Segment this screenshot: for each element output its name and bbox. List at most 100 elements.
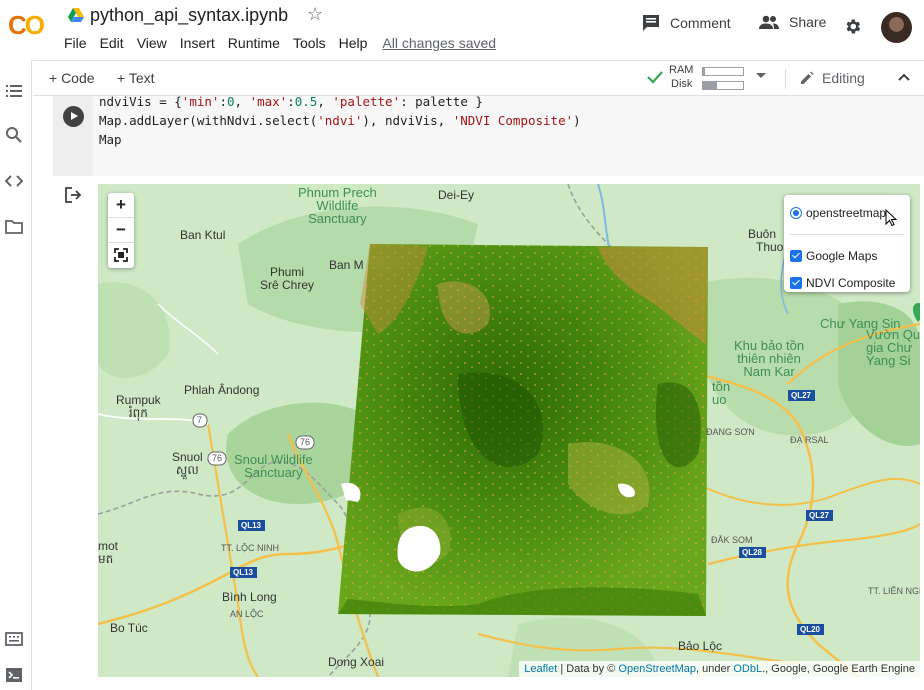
map-label: QL13 bbox=[233, 568, 254, 577]
resources-dropdown-caret[interactable] bbox=[756, 73, 766, 78]
map-label: tồn uo bbox=[712, 379, 731, 407]
gear-icon[interactable] bbox=[843, 17, 862, 36]
map-label: TT. LIÊN NGH bbox=[868, 586, 920, 596]
menu-edit[interactable]: Edit bbox=[100, 35, 124, 51]
map-label: AN LỘC bbox=[230, 609, 264, 619]
add-code-button[interactable]: + Code bbox=[49, 70, 95, 86]
map-label: ĐẠ RSAL bbox=[790, 435, 829, 445]
layer-control: openstreetmap Google Maps NDVI Composite bbox=[784, 195, 910, 292]
menu-tools[interactable]: Tools bbox=[293, 35, 326, 51]
comment-icon bbox=[643, 15, 659, 31]
ndvi-overlay bbox=[338, 244, 708, 616]
attribution-text: , under bbox=[696, 663, 734, 675]
code-line: Map.addLayer(withNdvi.select('ndvi'), nd… bbox=[99, 113, 581, 128]
map-label: Ban Ktul bbox=[180, 228, 226, 242]
code-line: Map bbox=[99, 132, 122, 147]
map-label: Snoul Wildlife Sanctuary bbox=[234, 452, 313, 480]
disk-usage-bar[interactable] bbox=[702, 81, 744, 90]
comment-button[interactable]: Comment bbox=[642, 14, 731, 32]
avatar[interactable] bbox=[881, 12, 912, 43]
code-cell[interactable]: ndviVis = {'min':0, 'max':0.5, 'palette'… bbox=[53, 94, 924, 176]
map-label: Snuol ស្នួល bbox=[172, 450, 203, 477]
people-icon bbox=[759, 15, 779, 29]
checkbox[interactable] bbox=[790, 250, 802, 262]
map-label: TT. LỘC NINH bbox=[221, 543, 280, 553]
map-label: Bo Túc bbox=[110, 621, 148, 635]
add-text-button[interactable]: + Text bbox=[117, 70, 155, 86]
star-icon[interactable]: ☆ bbox=[307, 4, 323, 25]
share-label: Share bbox=[789, 14, 827, 30]
map-label: Khu bảo tồn thiên nhiên Nam Kar bbox=[734, 338, 805, 379]
map-label: Dong Xoai bbox=[328, 655, 385, 669]
menu-insert[interactable]: Insert bbox=[180, 35, 215, 51]
map-label: QL27 bbox=[791, 391, 812, 400]
editing-label: Editing bbox=[822, 70, 865, 86]
disk-label: Disk bbox=[671, 78, 693, 90]
map-label: QL28 bbox=[742, 548, 763, 557]
base-layer-option[interactable]: openstreetmap bbox=[790, 206, 886, 220]
map-label: Vườn Qu gia Chư Yang Si bbox=[866, 327, 920, 368]
odbl-link[interactable]: ODbL bbox=[733, 663, 762, 675]
checkbox[interactable] bbox=[790, 277, 802, 289]
overlay-option-ndvi[interactable]: NDVI Composite bbox=[790, 276, 895, 290]
overlay-label: Google Maps bbox=[806, 249, 878, 263]
save-status[interactable]: All changes saved bbox=[382, 35, 496, 51]
fullscreen-button[interactable] bbox=[108, 243, 134, 268]
map-label: QL20 bbox=[800, 625, 821, 634]
cell-gutter bbox=[53, 96, 93, 176]
map-label: ĐẮK SOM bbox=[711, 535, 753, 545]
command-palette-icon[interactable] bbox=[5, 630, 23, 648]
drive-icon bbox=[68, 8, 84, 22]
editing-mode-button[interactable]: Editing bbox=[799, 70, 865, 86]
map-label: 76 bbox=[300, 437, 311, 447]
radio-button[interactable] bbox=[790, 207, 802, 219]
map-label: Rumpuk រំពុក bbox=[116, 393, 161, 420]
map-label: mot មត bbox=[98, 539, 119, 566]
mouse-cursor-icon bbox=[885, 209, 897, 227]
notebook-title[interactable]: python_api_syntax.ipynb bbox=[90, 5, 288, 26]
menu-runtime[interactable]: Runtime bbox=[228, 35, 280, 51]
colab-logo[interactable]: CO bbox=[8, 10, 45, 41]
collapse-header-icon[interactable] bbox=[897, 72, 911, 82]
terminal-icon[interactable] bbox=[5, 666, 23, 684]
code-editor[interactable]: ndviVis = {'min':0, 'max':0.5, 'palette'… bbox=[99, 92, 581, 149]
menu-view[interactable]: View bbox=[137, 35, 167, 51]
attribution-text: | Data by © bbox=[557, 663, 619, 675]
run-cell-button[interactable] bbox=[63, 106, 84, 127]
osm-link[interactable]: OpenStreetMap bbox=[618, 663, 696, 675]
map-label: Thuo bbox=[756, 240, 784, 254]
left-sidebar bbox=[0, 60, 32, 690]
map-label: Phumi Srê Chrey bbox=[260, 265, 315, 292]
leaflet-link[interactable]: Leaflet bbox=[524, 663, 557, 675]
output-actions-icon[interactable] bbox=[64, 186, 82, 204]
map-label: Phlah Ândong bbox=[184, 383, 260, 397]
map-output[interactable]: Phnum Prech Wildlife Sanctuary Dei-Ey Ban … bbox=[98, 184, 920, 677]
overlay-label: NDVI Composite bbox=[806, 276, 896, 290]
map-label: QL27 bbox=[809, 511, 830, 520]
ram-usage-bar[interactable] bbox=[702, 67, 744, 76]
overlay-option-google-maps[interactable]: Google Maps bbox=[790, 249, 877, 263]
map-attribution: Leaflet | Data by © OpenStreetMap, under… bbox=[519, 661, 920, 677]
menu-help[interactable]: Help bbox=[339, 35, 368, 51]
ram-label: RAM bbox=[669, 64, 694, 76]
base-layer-label: openstreetmap bbox=[806, 206, 887, 220]
map-label: Bình Long bbox=[222, 590, 277, 604]
share-button[interactable]: Share bbox=[759, 14, 826, 30]
folder-icon[interactable] bbox=[5, 218, 23, 236]
zoom-out-button[interactable]: − bbox=[108, 218, 134, 243]
map-label: QL13 bbox=[241, 521, 262, 530]
connected-check-icon bbox=[647, 71, 663, 84]
menu-bar: File Edit View Insert Runtime Tools Help… bbox=[64, 35, 509, 51]
menu-file[interactable]: File bbox=[64, 35, 87, 51]
map-label: ĐANG SƠN bbox=[706, 427, 755, 437]
map-label: Dei-Ey bbox=[438, 188, 475, 202]
code-snippets-icon[interactable] bbox=[5, 172, 23, 190]
search-icon[interactable] bbox=[5, 126, 23, 144]
code-line: ndviVis = {'min':0, 'max':0.5, 'palette'… bbox=[99, 94, 483, 109]
zoom-control: + − bbox=[108, 193, 134, 268]
fullscreen-icon bbox=[114, 248, 128, 262]
zoom-in-button[interactable]: + bbox=[108, 193, 134, 218]
toolbar-divider bbox=[785, 69, 786, 89]
toc-icon[interactable] bbox=[5, 82, 23, 100]
attribution-text: ., Google, Google Earth Engine bbox=[762, 663, 915, 675]
